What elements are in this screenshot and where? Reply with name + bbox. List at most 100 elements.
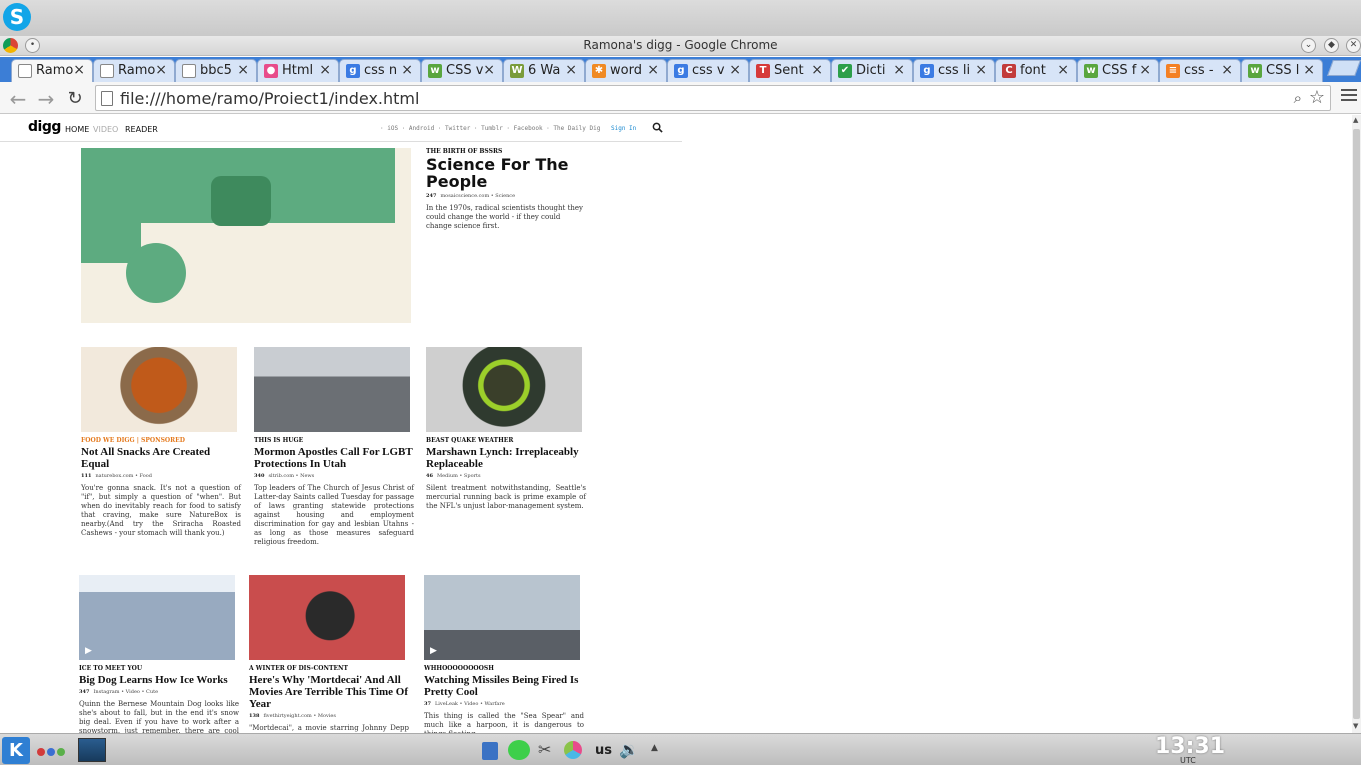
- bookmark-star-icon[interactable]: ☆: [1309, 87, 1325, 108]
- tab-close-icon[interactable]: ×: [811, 62, 823, 78]
- clipboard-icon[interactable]: [482, 742, 498, 760]
- scroll-down-icon[interactable]: ▼: [1353, 722, 1358, 730]
- chat-icon[interactable]: [508, 740, 530, 760]
- nav-reader[interactable]: READER: [125, 125, 158, 134]
- hero-story: THE BIRTH OF BSSRS Science For The Peopl…: [426, 148, 586, 231]
- tab[interactable]: g css n ×: [339, 59, 421, 82]
- story-kicker: WHHOOOOOOOOSH: [424, 665, 494, 672]
- tab[interactable]: Cfont ×: [995, 59, 1077, 82]
- tab[interactable]: ✱ word ×: [585, 59, 667, 82]
- nav-home[interactable]: HOME: [65, 125, 89, 134]
- close-window-button[interactable]: ✕: [1346, 38, 1361, 53]
- tab[interactable]: ● Html ×: [257, 59, 339, 82]
- reload-button[interactable]: ↻: [63, 88, 87, 109]
- page-scrollbar[interactable]: ▲ ▼: [1352, 115, 1361, 733]
- story-source[interactable]: Medium • Sports: [437, 473, 481, 479]
- tab[interactable]: T Sent ×: [749, 59, 831, 82]
- back-button[interactable]: ←: [6, 87, 30, 111]
- tab-close-icon[interactable]: ×: [893, 62, 905, 78]
- story-title[interactable]: Science For The People: [426, 156, 586, 190]
- minimize-button[interactable]: ⌄: [1301, 38, 1316, 53]
- depp-image[interactable]: [249, 575, 405, 660]
- story-title[interactable]: Watching Missiles Being Fired Is Pretty …: [424, 674, 584, 698]
- tab[interactable]: ✔ Dicti ×: [831, 59, 913, 82]
- temple-image[interactable]: [254, 347, 410, 432]
- tab-close-icon[interactable]: ×: [155, 62, 167, 78]
- play-icon[interactable]: ▶: [430, 646, 437, 656]
- activity-icon[interactable]: [37, 748, 45, 756]
- check-icon: ✔: [838, 64, 852, 78]
- tab[interactable]: w CSS v ×: [421, 59, 503, 82]
- asterisk-icon: ✱: [592, 64, 606, 78]
- skype-icon[interactable]: S: [3, 3, 31, 31]
- tab[interactable]: ≡ css - ×: [1159, 59, 1241, 82]
- tab-close-icon[interactable]: ×: [401, 62, 413, 78]
- story-source[interactable]: mosaicscience.com • Science: [440, 193, 515, 199]
- story-source[interactable]: naturebox.com • Food: [95, 473, 152, 479]
- new-tab-button[interactable]: [1327, 60, 1361, 76]
- chrome-menu-button[interactable]: [1341, 89, 1357, 105]
- sign-in-link[interactable]: Sign In: [611, 125, 636, 132]
- tab[interactable]: g css li ×: [913, 59, 995, 82]
- story-meta: 340 sltrib.com • News: [254, 473, 414, 479]
- missile-image[interactable]: ▶: [424, 575, 580, 660]
- tab-close-icon[interactable]: ×: [1303, 62, 1315, 78]
- address-bar[interactable]: file:///home/ramo/Proiect1/index.html ⌕ …: [95, 85, 1331, 111]
- tab-close-icon[interactable]: ×: [729, 62, 741, 78]
- scroll-up-icon[interactable]: ▲: [1353, 116, 1358, 124]
- dog-image[interactable]: ▶: [79, 575, 235, 660]
- tab[interactable]: W 6 Wa ×: [503, 59, 585, 82]
- kde-menu-icon[interactable]: K: [2, 737, 30, 764]
- forward-button[interactable]: →: [34, 87, 58, 111]
- window-titlebar: • Ramona's digg - Google Chrome ⌄ ◆ ✕: [0, 36, 1361, 56]
- tab[interactable]: Ramo ×: [93, 59, 175, 82]
- tab-close-icon[interactable]: ×: [237, 62, 249, 78]
- scroll-thumb[interactable]: [1353, 129, 1360, 719]
- tray-expand-icon[interactable]: ▲: [651, 743, 658, 753]
- story-source[interactable]: Instagram • Video • Cute: [93, 689, 158, 695]
- lynch-image[interactable]: [426, 347, 582, 432]
- tab-close-icon[interactable]: ×: [1139, 62, 1151, 78]
- tab-close-icon[interactable]: ×: [975, 62, 987, 78]
- tab[interactable]: w CSS f ×: [1077, 59, 1159, 82]
- maximize-button[interactable]: ◆: [1324, 38, 1339, 53]
- tab-close-icon[interactable]: ×: [565, 62, 577, 78]
- story-title[interactable]: Here's Why 'Mortdecai' And All Movies Ar…: [249, 674, 409, 710]
- tab[interactable]: g css v ×: [667, 59, 749, 82]
- story-source[interactable]: sltrib.com • News: [268, 473, 314, 479]
- external-links[interactable]: · iOS · Android · Twitter · Tumblr · Fac…: [380, 125, 600, 132]
- tab-label: bbc5: [200, 63, 232, 78]
- story-kicker: THE BIRTH OF BSSRS: [426, 148, 503, 155]
- volume-icon[interactable]: 🔉: [619, 740, 639, 759]
- network-icon[interactable]: [564, 741, 582, 759]
- tab-close-icon[interactable]: ×: [1057, 62, 1069, 78]
- tab-close-icon[interactable]: ×: [73, 62, 85, 78]
- play-icon[interactable]: ▶: [85, 646, 92, 656]
- keyboard-layout[interactable]: us: [595, 743, 612, 758]
- tab[interactable]: Ramo ×: [11, 59, 93, 82]
- w3schools-icon: w: [1248, 64, 1262, 78]
- scissors-icon[interactable]: ✂: [538, 740, 551, 759]
- search-icon[interactable]: [652, 122, 663, 133]
- nav-video[interactable]: VIDEO: [93, 125, 118, 134]
- tab[interactable]: w CSS l ×: [1241, 59, 1323, 82]
- story-title[interactable]: Big Dog Learns How Ice Works: [79, 674, 239, 686]
- tab-close-icon[interactable]: ×: [1221, 62, 1233, 78]
- tab-label: font: [1020, 63, 1046, 78]
- desktop-pager-icon[interactable]: [78, 738, 106, 762]
- story-title[interactable]: Not All Snacks Are Created Equal: [81, 446, 241, 470]
- story-title[interactable]: Mormon Apostles Call For LGBT Protection…: [254, 446, 414, 470]
- tab-close-icon[interactable]: ×: [647, 62, 659, 78]
- snacks-image[interactable]: [81, 347, 237, 432]
- digg-count: 340: [254, 473, 265, 479]
- tab[interactable]: bbc5 ×: [175, 59, 257, 82]
- url-text: file:///home/ramo/Proiect1/index.html: [120, 89, 420, 108]
- story-source[interactable]: fivethirtyeight.com • Movies: [263, 713, 336, 719]
- zoom-icon[interactable]: ⌕: [1294, 89, 1302, 107]
- hero-image[interactable]: [81, 148, 411, 323]
- tab-close-icon[interactable]: ×: [483, 62, 495, 78]
- story-source[interactable]: LiveLeak • Video • Warfare: [435, 701, 505, 707]
- tab-close-icon[interactable]: ×: [319, 62, 331, 78]
- story-title[interactable]: Marshawn Lynch: Irreplaceably Replaceabl…: [426, 446, 586, 470]
- digg-logo[interactable]: digg: [28, 119, 61, 135]
